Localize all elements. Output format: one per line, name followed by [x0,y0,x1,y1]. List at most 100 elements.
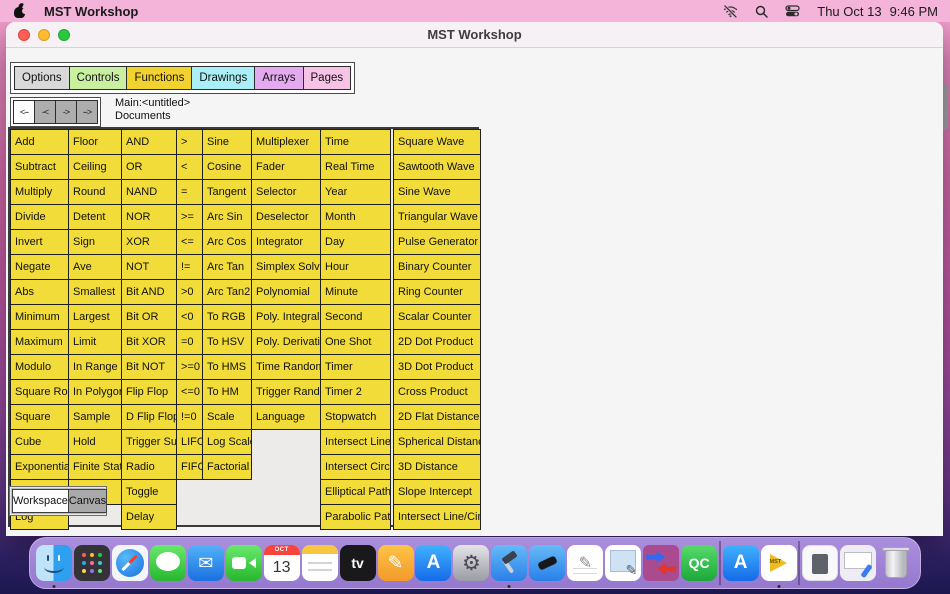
function-cell[interactable]: Flip Flop [121,379,177,405]
function-cell[interactable]: Elliptical Path [320,479,391,505]
function-cell[interactable]: Multiplexer [251,129,321,155]
dock-mail[interactable]: ✉ [188,545,224,581]
dock-notes[interactable] [302,545,338,581]
function-cell[interactable]: != [176,254,203,280]
function-cell[interactable]: Multiply [10,179,69,205]
function-cell[interactable]: <=0 [176,379,203,405]
function-cell[interactable]: Timer 2 [320,379,391,405]
dock-qc-app[interactable]: QC [681,545,717,581]
function-cell[interactable]: Scalar Counter [393,304,481,330]
function-cell[interactable]: Exponential [10,454,69,480]
function-cell[interactable]: OR [121,154,177,180]
dock-preview[interactable]: ✎ [605,545,641,581]
function-cell[interactable]: To HMS [202,354,252,380]
function-cell[interactable]: Polynomial [251,279,321,305]
toggle-option-canvas[interactable]: Canvas [68,489,107,513]
zoom-button[interactable] [58,29,70,41]
function-cell[interactable]: Subtract [10,154,69,180]
function-cell[interactable]: Minimum [10,304,69,330]
function-cell[interactable]: Bit XOR [121,329,177,355]
function-cell[interactable]: <= [176,229,203,255]
dock-messages[interactable] [150,545,186,581]
function-cell[interactable]: Sample [68,404,122,430]
function-cell[interactable]: Toggle [121,479,177,505]
function-cell[interactable]: Sine Wave [393,179,481,205]
function-cell[interactable]: Scale [202,404,252,430]
function-cell[interactable]: Triangular Wave [393,204,481,230]
function-cell[interactable]: Trigger Random [251,379,321,405]
function-cell[interactable]: <0 [176,304,203,330]
tab-drawings[interactable]: Drawings [191,66,255,90]
dock-developer-tool[interactable] [529,545,565,581]
function-cell[interactable]: Maximum [10,329,69,355]
function-cell[interactable]: Trigger Sum [121,429,177,455]
dock-file-transfer[interactable] [643,545,679,581]
function-cell[interactable]: Sawtooth Wave [393,154,481,180]
function-cell[interactable]: Binary Counter [393,254,481,280]
function-cell[interactable]: Bit AND [121,279,177,305]
toggle-option-workspace[interactable]: Workspace [12,489,69,513]
dock-app-store-2[interactable]: A [723,545,759,581]
function-cell[interactable]: One Shot [320,329,391,355]
dock-system-settings[interactable]: ⚙ [453,545,489,581]
function-cell[interactable]: Minute [320,279,391,305]
control-center-icon[interactable] [785,5,800,17]
function-cell[interactable]: 2D Dot Product [393,329,481,355]
function-cell[interactable]: Sign [68,229,122,255]
dock-xcode[interactable] [491,545,527,581]
function-cell[interactable]: Intersect Lines [320,429,391,455]
function-cell[interactable]: Square Root [10,379,69,405]
function-cell[interactable]: Second [320,304,391,330]
function-cell[interactable]: Year [320,179,391,205]
function-cell[interactable]: > [176,129,203,155]
function-cell[interactable]: Negate [10,254,69,280]
function-cell[interactable]: Pulse Generator [393,229,481,255]
function-cell[interactable]: Bit OR [121,304,177,330]
function-cell[interactable]: Smallest [68,279,122,305]
function-cell[interactable]: Limit [68,329,122,355]
nav-button-2[interactable]: -> [55,100,77,124]
close-button[interactable] [18,29,30,41]
nav-button-1[interactable]: -< [34,100,56,124]
dock-facetime[interactable] [226,545,262,581]
function-cell[interactable]: Square [10,404,69,430]
function-cell[interactable]: Divide [10,204,69,230]
function-cell[interactable]: >0 [176,279,203,305]
function-cell[interactable]: Ceiling [68,154,122,180]
function-cell[interactable]: Integrator [251,229,321,255]
function-cell[interactable]: Time Random [251,354,321,380]
function-cell[interactable]: 2D Flat Distance [393,404,481,430]
dock-textedit[interactable]: ✎ [567,545,603,581]
function-cell[interactable]: AND [121,129,177,155]
function-cell[interactable]: To HSV [202,329,252,355]
menubar-clock[interactable]: Thu Oct 139:46 PM [817,4,938,19]
function-cell[interactable]: Bit NOT [121,354,177,380]
function-cell[interactable]: =0 [176,329,203,355]
function-cell[interactable]: < [176,154,203,180]
dock-launchpad[interactable] [74,545,110,581]
function-cell[interactable]: Ave [68,254,122,280]
function-cell[interactable]: Fader [251,154,321,180]
function-cell[interactable]: Cross Product [393,379,481,405]
function-cell[interactable]: To RGB [202,304,252,330]
function-cell[interactable]: LIFO [176,429,203,455]
function-cell[interactable]: Tangent [202,179,252,205]
function-cell[interactable]: 3D Distance [393,454,481,480]
nav-button-3[interactable]: --> [76,100,98,124]
tab-functions[interactable]: Functions [126,66,192,90]
function-cell[interactable]: Abs [10,279,69,305]
wifi-off-icon[interactable] [723,5,738,18]
function-cell[interactable]: Arc Tan [202,254,252,280]
function-cell[interactable]: NOT [121,254,177,280]
function-cell[interactable]: Radio [121,454,177,480]
function-cell[interactable]: D Flip Flop [121,404,177,430]
minimize-button[interactable] [38,29,50,41]
function-cell[interactable]: 3D Dot Product [393,354,481,380]
search-icon[interactable] [755,5,768,18]
tab-controls[interactable]: Controls [69,66,128,90]
function-cell[interactable]: In Polygon [68,379,122,405]
apple-menu-icon[interactable] [14,5,26,18]
function-cell[interactable]: Arc Cos [202,229,252,255]
dock-pages[interactable]: ✎ [378,545,414,581]
function-cell[interactable]: >=0 [176,354,203,380]
